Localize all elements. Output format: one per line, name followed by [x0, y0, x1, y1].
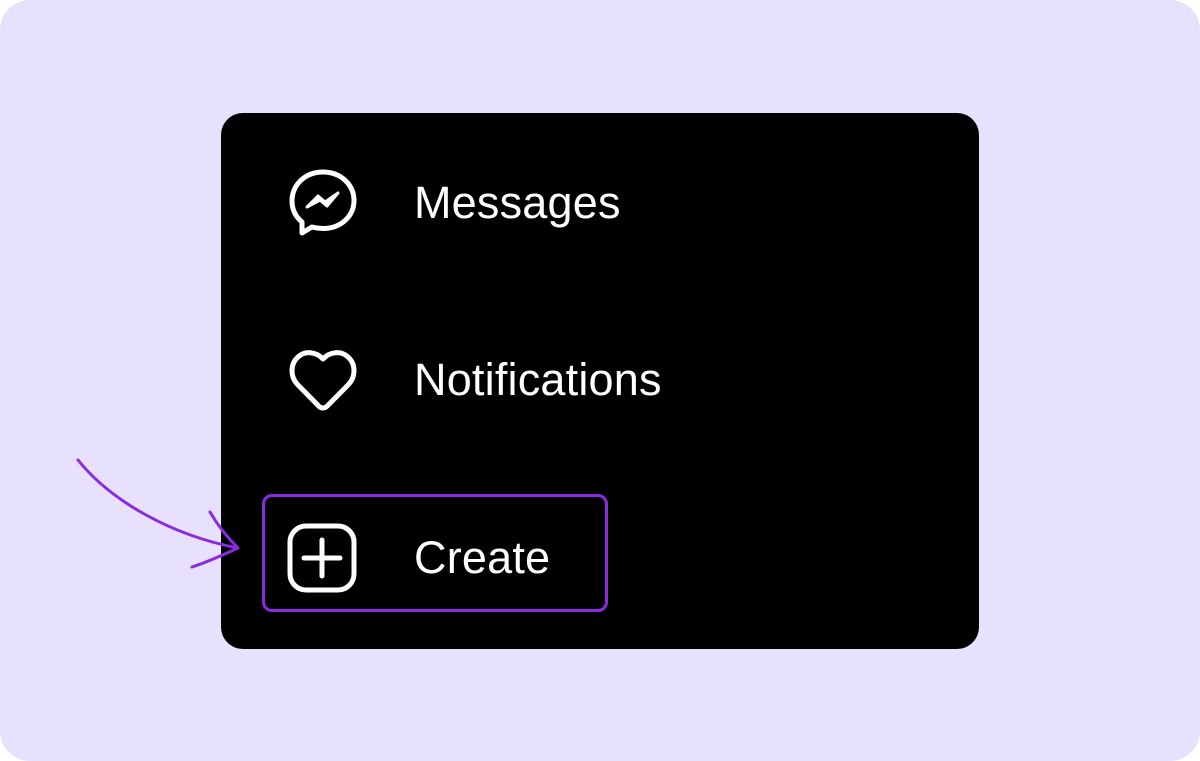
sidebar-item-label: Notifications — [414, 354, 662, 405]
sidebar-item-create[interactable]: Create — [221, 513, 979, 603]
messenger-icon — [285, 165, 361, 241]
sidebar-item-label: Create — [414, 532, 551, 583]
sidebar-item-label: Messages — [414, 177, 621, 228]
plus-square-icon — [285, 520, 361, 596]
page-background: Messages Notifications Create — [0, 0, 1200, 761]
sidebar-item-messages[interactable]: Messages — [221, 158, 979, 248]
sidebar-menu-panel: Messages Notifications Create — [221, 113, 979, 649]
sidebar-item-notifications[interactable]: Notifications — [221, 335, 979, 425]
heart-icon — [285, 342, 361, 418]
